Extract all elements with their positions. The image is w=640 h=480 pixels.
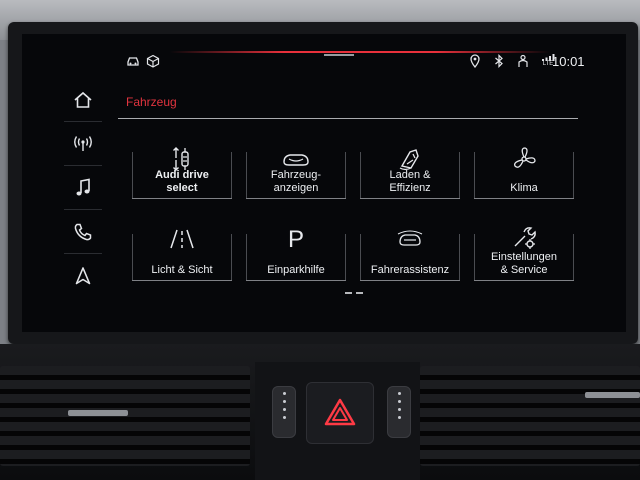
tile-label-line2: Effizienz [389, 182, 431, 194]
page-indicator [345, 292, 363, 294]
settings-service-icon [514, 227, 536, 249]
tile-klima[interactable]: Klima [474, 146, 574, 199]
header-divider [118, 118, 578, 119]
air-vent-right [420, 366, 640, 466]
clock: 10:01 [552, 54, 585, 69]
home-icon [74, 91, 92, 108]
phone-icon [74, 223, 92, 240]
nav-home-button[interactable] [64, 78, 102, 121]
status-right: LTE [468, 54, 556, 68]
vent-slat-right[interactable] [585, 392, 640, 398]
nav-radio-button[interactable] [64, 121, 102, 165]
hazard-light-button[interactable] [306, 382, 374, 444]
driver-assist-icon [397, 230, 423, 246]
status-bar-accent [170, 51, 550, 53]
charging-icon [399, 149, 419, 171]
tile-label: Einparkhilfe [267, 264, 325, 276]
tile-audi-drive-select[interactable]: Audi drive select [132, 146, 232, 199]
hazard-triangle-icon [324, 398, 356, 426]
nav-phone-button[interactable] [64, 209, 102, 253]
tile-einstellungen-service[interactable]: Einstellungen & Service [474, 227, 574, 281]
nav-media-button[interactable] [64, 165, 102, 209]
car-display-icon [283, 154, 309, 166]
page-title: Fahrzeug [126, 95, 177, 109]
infotainment-screen: LTE 10:01 Fahrzeug Audi drive select Fahr… [22, 34, 626, 332]
navigation-arrow-icon [75, 266, 91, 284]
tile-label-line2: anzeigen [273, 182, 319, 194]
side-navigation [64, 78, 102, 297]
tile-label: Fahrerassistenz [370, 264, 450, 276]
vent-thumbwheel-right[interactable] [387, 386, 411, 438]
tile-fahrzeuganzeigen[interactable]: Fahrzeug-anzeigen [246, 146, 346, 199]
vent-slat-left[interactable] [68, 410, 128, 416]
road-light-icon [170, 229, 194, 249]
nav-navigation-button[interactable] [64, 253, 102, 297]
car-connect-icon [126, 54, 140, 68]
antenna-icon [74, 135, 92, 151]
vent-thumbwheel-left[interactable] [272, 386, 296, 438]
tile-label-line2: & Service [500, 264, 548, 276]
tile-label-line2: select [166, 182, 198, 194]
person-icon [516, 54, 530, 68]
location-pin-icon [468, 54, 482, 68]
bluetooth-icon [492, 54, 506, 68]
drive-select-icon [173, 147, 189, 171]
tile-label: Licht & Sicht [151, 264, 213, 276]
package-icon [146, 54, 160, 68]
pull-down-handle[interactable] [324, 54, 354, 56]
fan-icon [514, 147, 536, 168]
tile-laden-effizienz[interactable]: Laden & Effizienz [360, 146, 460, 199]
tile-licht-sicht[interactable]: Licht & Sicht [132, 228, 232, 281]
parking-icon: P [287, 226, 305, 253]
tile-label-line1: Fahrzeug- [270, 169, 322, 181]
tile-label-line1: Einstellungen [490, 251, 558, 263]
tile-einparkhilfe[interactable]: P Einparkhilfe [246, 228, 346, 281]
tile-label: Klima [510, 182, 538, 194]
status-left [126, 54, 160, 68]
air-vent-left [0, 366, 250, 466]
tile-fahrerassistenz[interactable]: Fahrerassistenz [360, 228, 460, 281]
music-note-icon [76, 178, 90, 195]
